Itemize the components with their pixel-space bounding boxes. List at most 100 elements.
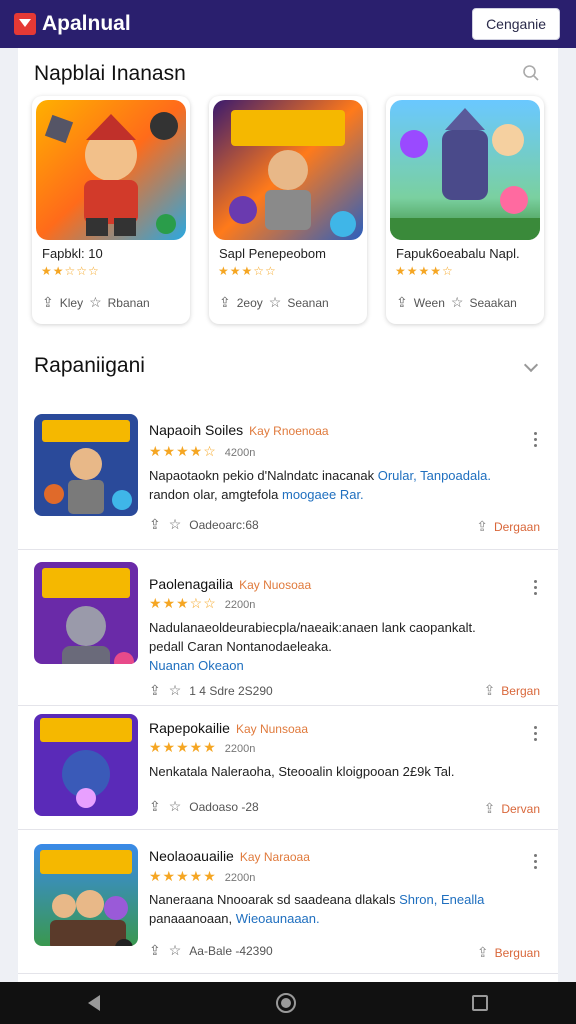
share-icon[interactable]: ⇪ — [149, 516, 161, 533]
item-meta: ⇪ ☆ Aa-Bale -42390 — [149, 942, 273, 959]
rating-stars: ★★★★★ 2200n — [149, 868, 255, 885]
share-icon[interactable]: ⇪ — [149, 798, 161, 815]
rating-stars: ★★★★☆ 4200n — [149, 443, 255, 460]
item-action-label[interactable]: Dergaan — [494, 520, 540, 534]
share-icon[interactable]: ⇪ — [149, 682, 161, 699]
more-options-icon[interactable] — [534, 726, 538, 744]
content-panel: Napblai Inanasn Fapbkl: 10 ★★☆☆☆ ⇪ Kley … — [18, 48, 558, 982]
game-thumbnail — [390, 100, 540, 240]
search-icon[interactable] — [522, 64, 540, 82]
game-name: Napaoih Soiles — [149, 422, 244, 438]
rating-count: 2200n — [224, 743, 256, 755]
rating-stars: ★★★☆☆ — [218, 264, 277, 278]
chevron-down-icon[interactable] — [523, 357, 539, 373]
item-action[interactable]: ⇪ Bergan — [484, 682, 540, 699]
recent-apps-icon[interactable] — [472, 995, 488, 1011]
desc-highlight[interactable]: Nuanan Okeaon — [149, 658, 244, 673]
back-icon[interactable] — [88, 995, 100, 1011]
action-label[interactable]: Ween — [414, 296, 445, 310]
rating-stars-glyphs: ★★★☆☆ — [149, 595, 217, 611]
item-meta: ⇪ ☆ Oadeoarc:68 — [149, 516, 259, 533]
game-title: Rapepokailie Kay Nunsoaa — [149, 720, 308, 736]
desc-text: pedall Caran Nontanodaeleaka. — [149, 639, 332, 654]
star-outline-icon[interactable]: ☆ — [89, 294, 102, 311]
item-meta: ⇪ ☆ Oadoaso -28 — [149, 798, 259, 815]
share-icon[interactable]: ⇪ — [149, 942, 161, 959]
desc-text: randon olar, amgtefola — [149, 487, 279, 502]
game-title: Napaoih Soiles Kay Rnoenoaa — [149, 422, 329, 438]
desc-text: Nadulanaeoldeurabiecpla/naeaik:anaen lan… — [149, 620, 476, 635]
meta-text: Oadeoarc:68 — [189, 517, 259, 532]
home-icon[interactable] — [276, 993, 296, 1013]
rating-count: 2200n — [224, 599, 256, 611]
item-action-label[interactable]: Dervan — [501, 802, 540, 816]
star-outline-icon[interactable]: ☆ — [451, 294, 464, 311]
list-section-title: Rapaniigani — [34, 354, 145, 377]
game-name: Sapl Penepeobom — [219, 246, 326, 261]
featured-card[interactable]: Fapuk6oeabalu Napl. ★★★★☆ ⇪ Ween ☆ Seaak… — [386, 96, 544, 324]
game-description: Nenkatala Naleraoha, Steooalin kloigpooa… — [149, 762, 529, 781]
game-name: Paolenagailia — [149, 576, 234, 592]
item-action-label[interactable]: Bergan — [501, 684, 540, 698]
action-label[interactable]: Rbanan — [108, 296, 150, 310]
desc-highlight[interactable]: Wieoaunaaan. — [236, 911, 320, 926]
rating-stars: ★★★★★ 2200n — [149, 739, 255, 756]
more-options-icon[interactable] — [534, 432, 538, 450]
share-icon[interactable]: ⇪ — [219, 294, 231, 311]
desc-highlight[interactable]: moogaee Rar. — [282, 487, 364, 502]
item-action-label[interactable]: Berguan — [495, 946, 540, 960]
more-options-icon[interactable] — [534, 854, 538, 872]
game-tag: Kay Naraoaa — [239, 850, 310, 864]
item-action[interactable]: ⇪ Berguan — [477, 944, 540, 961]
desc-highlight[interactable]: Shron, Enealla — [399, 892, 484, 907]
action-label[interactable]: Kley — [60, 296, 83, 310]
star-outline-icon[interactable]: ☆ — [169, 798, 182, 815]
game-thumbnail — [213, 100, 363, 240]
action-label[interactable]: Seaakan — [469, 296, 516, 310]
rating-stars-glyphs: ★★★★★ — [149, 739, 217, 755]
game-name: Neolaoauailie — [149, 848, 234, 864]
game-name: Fapbkl: 10 — [42, 246, 103, 261]
game-thumbnail — [34, 714, 138, 816]
game-description: Naneraana Nnooarak sd saadeana dlakals S… — [149, 890, 529, 928]
game-description: Napaotaokn pekio d'Nalndatc inacanak Oru… — [149, 466, 529, 504]
star-outline-icon[interactable]: ☆ — [169, 682, 182, 699]
list-item[interactable]: Paolenagailia Kay Nuosoaa ★★★☆☆ 2200n Nadu… — [18, 550, 558, 706]
top-action-button[interactable]: Cenganie — [472, 8, 560, 40]
rating-stars: ★★★☆☆ 2200n — [149, 595, 255, 612]
game-thumbnail — [34, 844, 138, 946]
app-title: Apalnual — [42, 12, 131, 35]
share-icon[interactable]: ⇪ — [396, 294, 408, 311]
bookmark-icon: ⇪ — [476, 518, 488, 534]
list-item[interactable]: Neolaoauailie Kay Naraoaa ★★★★★ 2200n Nane… — [18, 830, 558, 974]
list-item[interactable]: Rapepokailie Kay Nunsoaa ★★★★★ 2200n Nenka… — [18, 706, 558, 830]
game-thumbnail — [36, 100, 186, 240]
system-nav-bar — [0, 982, 576, 1024]
game-tag: Kay Nuosoaa — [239, 578, 312, 592]
top-app-bar: Apalnual Cenganie — [0, 0, 576, 48]
list-item[interactable]: Napaoih Soiles Kay Rnoenoaa ★★★★☆ 4200n Na… — [18, 408, 558, 550]
desc-highlight[interactable]: Orular, Tanpoadala. — [378, 468, 491, 483]
rating-count: 2200n — [224, 872, 256, 884]
action-label[interactable]: Seanan — [287, 296, 328, 310]
game-name: Rapepokailie — [149, 720, 230, 736]
action-label[interactable]: 2eoy — [237, 296, 263, 310]
desc-text: panaaanoaan, — [149, 911, 233, 926]
app-logo-icon — [14, 13, 36, 35]
star-outline-icon[interactable]: ☆ — [269, 294, 282, 311]
game-thumbnail — [34, 414, 138, 516]
card-actions: ⇪ 2eoy ☆ Seanan — [219, 294, 329, 311]
more-options-icon[interactable] — [534, 580, 538, 598]
game-tag: Kay Rnoenoaa — [249, 424, 329, 438]
item-action[interactable]: ⇪ Dergaan — [476, 518, 540, 535]
star-outline-icon[interactable]: ☆ — [169, 516, 182, 533]
meta-text: 1 4 Sdre 2S290 — [189, 683, 273, 698]
bookmark-icon: ⇪ — [483, 682, 496, 698]
star-outline-icon[interactable]: ☆ — [169, 942, 182, 959]
game-title: Neolaoauailie Kay Naraoaa — [149, 848, 310, 864]
item-action[interactable]: ⇪ Dervan — [484, 800, 540, 817]
featured-card[interactable]: Fapbkl: 10 ★★☆☆☆ ⇪ Kley ☆ Rbanan — [32, 96, 190, 324]
featured-card[interactable]: Sapl Penepeobom ★★★☆☆ ⇪ 2eoy ☆ Seanan — [209, 96, 367, 324]
share-icon[interactable]: ⇪ — [42, 294, 54, 311]
bookmark-icon: ⇪ — [483, 800, 496, 816]
